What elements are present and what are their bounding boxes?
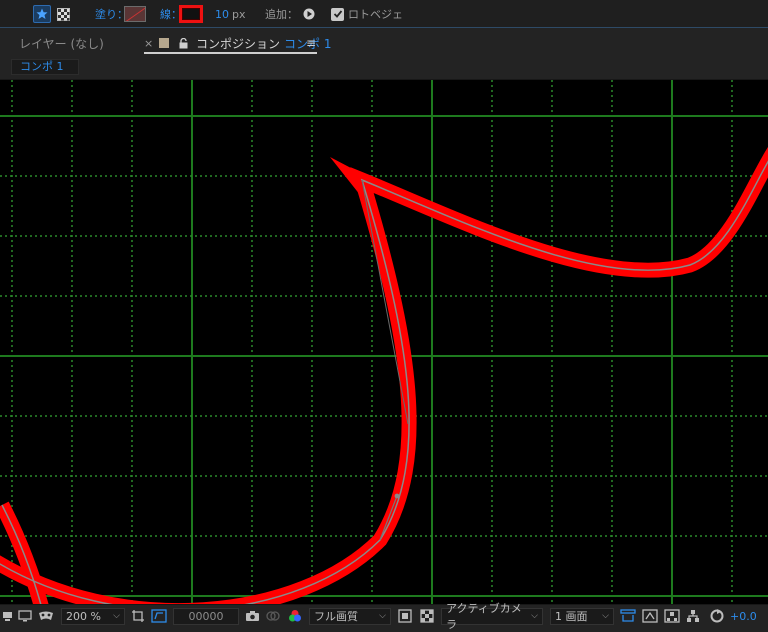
rotobezier-checkbox[interactable] [331, 7, 344, 21]
camera-dropdown[interactable]: アクティブカメラ ⌵ [441, 602, 543, 631]
views-dropdown[interactable]: 1 画面 ⌵ [550, 607, 614, 625]
camera-icon[interactable] [266, 605, 280, 627]
transparency-grid-icon[interactable] [420, 605, 434, 627]
exposure-value[interactable]: +0.0 [730, 610, 757, 623]
comp-navigator: コンポ 1 [0, 57, 768, 80]
viewer-status-bar: 200 % ⌵ 00000 フル画質 ⌵ アクティブカメラ ⌵ 1 画面 ⌵ +… [0, 602, 768, 631]
zoom-value: 200 % [66, 609, 101, 623]
tab-layer[interactable]: レイヤー (なし) [19, 29, 104, 57]
stroke-width-value[interactable]: 10 [215, 8, 229, 21]
timecode-field[interactable]: 00000 [173, 607, 239, 625]
fast-preview-icon[interactable] [620, 605, 636, 627]
mask-icon[interactable] [38, 605, 54, 627]
color-wheel-icon[interactable] [288, 605, 302, 627]
snapshot-icon[interactable] [245, 605, 260, 627]
network-icon[interactable] [686, 605, 700, 627]
checker-icon[interactable] [54, 5, 72, 23]
camera-rig-icon[interactable] [2, 605, 14, 627]
reset-exposure-icon[interactable] [710, 605, 724, 627]
panel-tab-bar: レイヤー (なし) × コンポジション コンポ 1 ≡ [0, 29, 768, 57]
views-value: 1 画面 [555, 610, 588, 623]
resolution-dropdown[interactable]: フル画質 ⌵ [309, 607, 391, 625]
star-icon[interactable] [33, 5, 51, 23]
tab-comp-prefix: コンポジション [196, 36, 281, 51]
region-icon[interactable] [151, 605, 167, 627]
active-tab-underline [144, 52, 317, 54]
viewer-canvas[interactable] [0, 80, 768, 604]
camera-value: アクティブカメラ [446, 602, 522, 631]
comp-flow-icon[interactable] [642, 605, 658, 627]
comp-chip[interactable]: コンポ 1 [11, 59, 79, 75]
stroke-width-unit: px [232, 7, 246, 21]
square-icon[interactable] [398, 605, 412, 627]
flowchart-icon[interactable] [664, 605, 680, 627]
check-icon [333, 10, 342, 18]
add-label: 追加： [265, 8, 298, 21]
composition-viewer[interactable] [0, 80, 768, 604]
stroke-color-swatch[interactable] [179, 5, 203, 23]
resolution-value: フル画質 [314, 610, 358, 623]
tab-layer-label: レイヤー (なし) [19, 36, 104, 51]
crop-icon[interactable] [131, 605, 145, 627]
play-triangle-icon[interactable] [300, 5, 318, 23]
monitor-icon[interactable] [18, 605, 32, 627]
bezier-handle-point[interactable] [394, 493, 400, 499]
shape-toolbar: 塗り： 線： 10 px 追加： ロトベジェ [0, 0, 768, 28]
timecode-value: 00000 [188, 609, 224, 623]
zoom-dropdown[interactable]: 200 % ⌵ [61, 607, 125, 625]
fill-color-swatch[interactable] [124, 6, 146, 22]
rotobezier-label[interactable]: ロトベジェ [348, 6, 403, 22]
